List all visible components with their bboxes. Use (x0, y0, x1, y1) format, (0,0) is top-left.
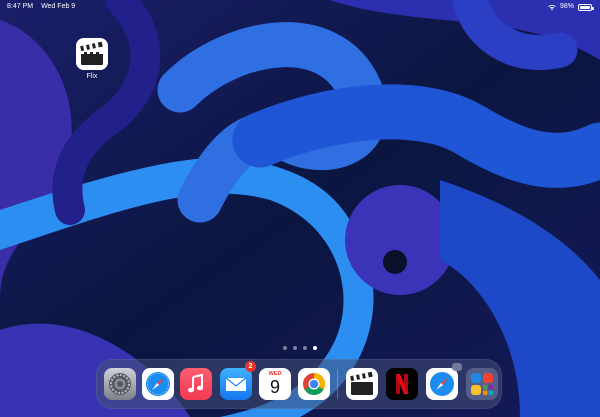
home-app-flix[interactable]: Flix (76, 38, 108, 80)
dock-separator (337, 369, 338, 399)
window-stack-icon (452, 363, 462, 371)
dock-recent-flix[interactable] (346, 368, 378, 400)
dock-app-library[interactable] (466, 368, 498, 400)
netflix-icon (386, 368, 418, 400)
status-bar: 8:47 PM Wed Feb 9 98% (0, 0, 600, 14)
dock-recent-safari[interactable] (426, 368, 458, 400)
music-note-icon (180, 368, 212, 400)
dock-app-music[interactable] (180, 368, 212, 400)
page-indicator[interactable] (283, 346, 317, 350)
mail-badge: 2 (245, 361, 256, 372)
mail-envelope-icon (220, 368, 252, 400)
clapperboard-icon (76, 38, 108, 70)
calendar-date: 9 (269, 377, 280, 397)
dock-app-safari[interactable] (142, 368, 174, 400)
page-dot-current[interactable] (313, 346, 317, 350)
home-app-label: Flix (86, 73, 98, 80)
safari-compass-icon (142, 368, 174, 400)
page-dot[interactable] (303, 346, 307, 350)
status-time: 8:47 PM (7, 3, 34, 10)
chrome-icon (298, 368, 330, 400)
wifi-icon (548, 4, 556, 10)
dock-app-chrome[interactable] (298, 368, 330, 400)
dock-app-settings[interactable] (104, 368, 136, 400)
clapperboard-icon (346, 368, 378, 400)
battery-percent: 98% (559, 3, 574, 10)
app-library-icon (471, 373, 493, 395)
dock-recent-netflix[interactable] (386, 368, 418, 400)
page-dot[interactable] (283, 346, 287, 350)
dock-app-mail[interactable] (220, 368, 252, 400)
battery-icon (578, 3, 594, 11)
page-dot[interactable] (293, 346, 297, 350)
dock-app-calendar[interactable]: WED 9 (259, 368, 291, 400)
settings-gear-icon (104, 368, 136, 400)
safari-compass-icon (426, 368, 458, 400)
status-date: Wed Feb 9 (41, 3, 76, 10)
dock: 2 WED 9 (96, 359, 502, 409)
